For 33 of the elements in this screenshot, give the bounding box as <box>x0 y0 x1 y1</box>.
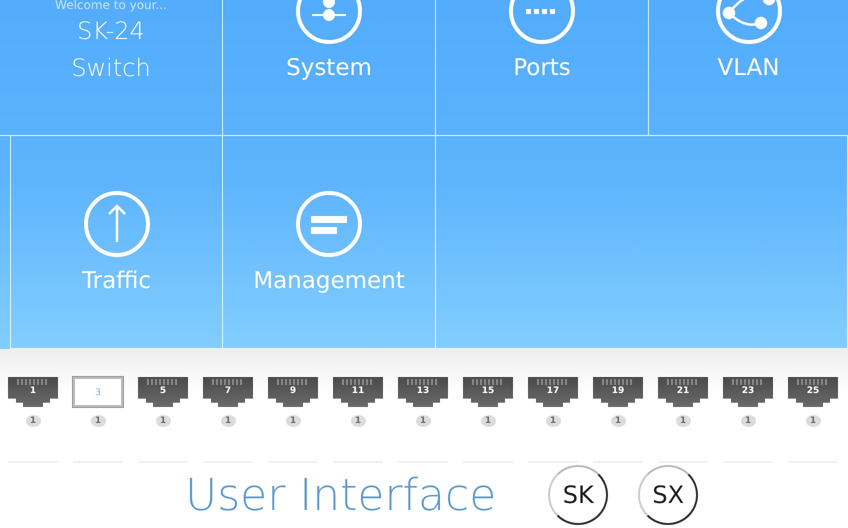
traffic-icon <box>82 190 150 258</box>
port-badge: 1 <box>416 415 430 427</box>
port-badge: 1 <box>350 415 366 427</box>
ethernet-port[interactable]: 23 <box>723 377 773 407</box>
port-badge: 1 <box>546 415 560 427</box>
ethernet-port[interactable]: 11 <box>333 377 383 407</box>
ethernet-port[interactable]: 17 <box>528 377 578 407</box>
port-badge: 1 <box>26 415 40 427</box>
ethernet-port[interactable]: 13 <box>398 377 448 407</box>
port-badge: 1 <box>220 415 236 427</box>
ethernet-port[interactable]: 9 <box>268 377 318 407</box>
port-badge: 1 <box>156 415 170 427</box>
port-badge: 1 <box>676 415 690 427</box>
model-name: SK-24 <box>77 16 145 47</box>
port-badge: 1 <box>480 415 496 427</box>
device-type: Switch <box>71 53 151 84</box>
port-badge: 1 <box>806 415 820 427</box>
ethernet-port[interactable]: 7 <box>203 377 253 407</box>
port-badge: 1 <box>740 415 756 427</box>
ethernet-port[interactable]: 19 <box>593 377 643 407</box>
ethernet-port[interactable]: 1 <box>8 377 58 407</box>
port-badge: 1 <box>610 415 626 427</box>
mode-button[interactable]: SX <box>638 465 698 525</box>
ethernet-port[interactable]: 21 <box>658 377 708 407</box>
management-icon <box>295 190 363 258</box>
port-badge: 1 <box>90 415 106 427</box>
footer-title: User Interface <box>185 470 496 520</box>
ethernet-port[interactable]: 15 <box>463 377 513 407</box>
mode-button[interactable]: SK <box>548 465 608 525</box>
ethernet-port[interactable]: 5 <box>138 377 188 407</box>
port-badge: 1 <box>286 415 300 427</box>
ethernet-port[interactable]: 25 <box>788 377 838 407</box>
welcome-caption: Welcome to your... <box>55 0 167 13</box>
